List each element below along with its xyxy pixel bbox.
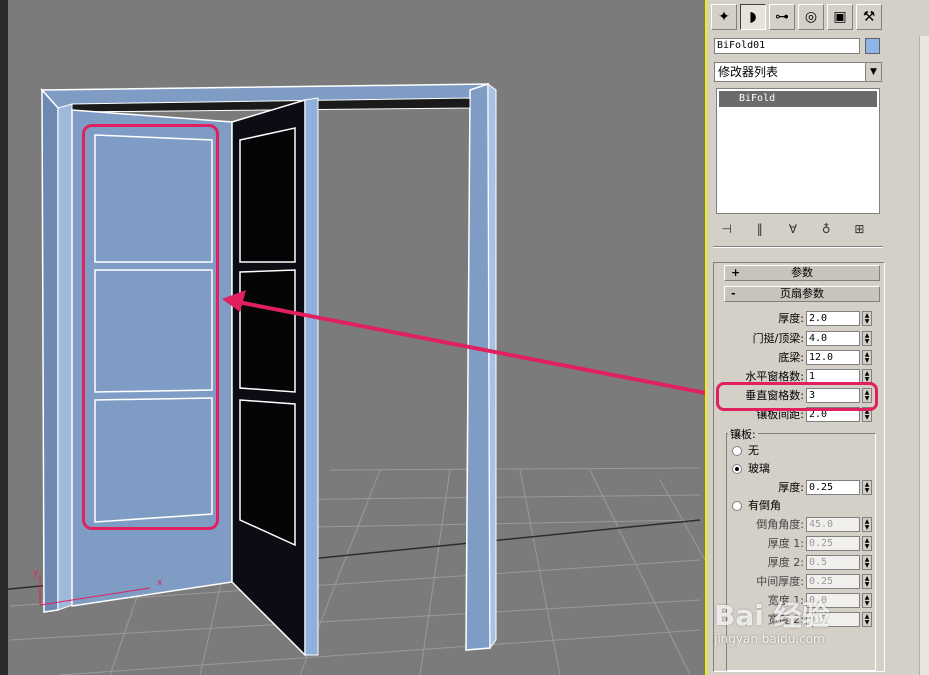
radio-label: 无 <box>748 444 759 457</box>
param-label: 厚度: <box>778 312 804 325</box>
spinner-icon[interactable]: ▲ ▼ <box>862 350 872 365</box>
param-label: 门挺/顶梁: <box>752 332 804 345</box>
spinner-icon[interactable]: ▲ ▼ <box>862 517 872 532</box>
display-icon[interactable]: ▣ <box>827 4 853 30</box>
width1-field[interactable]: 0.0 <box>806 593 860 608</box>
rollout-sign: - <box>731 287 736 300</box>
radio-label: 有倒角 <box>748 499 781 512</box>
param-label: 厚度 2: <box>767 556 804 569</box>
width2-field[interactable]: 0.5 <box>806 612 860 627</box>
spinner-icon[interactable]: ▲ ▼ <box>862 555 872 570</box>
param-label: 底梁: <box>778 351 804 364</box>
utilities-icon[interactable]: ⚒ <box>856 4 882 30</box>
bottom-rail-field[interactable]: 12.0 <box>806 350 860 365</box>
thickness-field[interactable]: 2.0 <box>806 311 860 326</box>
spinner-icon[interactable]: ▲ ▼ <box>862 480 872 495</box>
bevel-angle-field[interactable]: 45.0 <box>806 517 860 532</box>
radio-icon[interactable] <box>732 501 742 511</box>
spinner-icon[interactable]: ▲ ▼ <box>862 311 872 326</box>
svg-text:x: x <box>157 578 163 588</box>
show-end-result-icon[interactable]: ‖ <box>749 219 770 239</box>
param-thickness: 厚度: 2.0 ▲ ▼ <box>714 311 886 329</box>
configure-sets-icon[interactable]: ⊞ <box>849 219 870 239</box>
rollout-parameters-header[interactable]: + 参数 <box>724 265 880 281</box>
radio-beveled[interactable]: 有倒角 <box>732 498 781 514</box>
svg-text:y: y <box>33 568 39 578</box>
highlight-vpanels-box <box>716 382 878 411</box>
spinner-icon[interactable]: ▲ ▼ <box>862 536 872 551</box>
command-panel-tabs: ✦ ◗ ⊶ ◎ ▣ ⚒ <box>711 4 885 32</box>
spinner-icon[interactable]: ▲ ▼ <box>862 331 872 346</box>
highlight-panels-box <box>82 124 219 530</box>
pin-stack-icon[interactable]: ⊣ <box>716 219 737 239</box>
rollout-area: + 参数 - 页扇参数 厚度: 2.0 ▲ ▼ 门挺/顶梁: 4.0 ▲ ▼ 底梁:… <box>713 262 885 672</box>
modifier-stack[interactable]: BiFold <box>716 88 880 214</box>
thick1-field[interactable]: 0.25 <box>806 536 860 551</box>
panel-scrollbar[interactable] <box>919 36 929 675</box>
glass-thickness-field[interactable]: 0.25 <box>806 480 860 495</box>
rollout-sign: + <box>731 266 741 279</box>
object-name-field[interactable]: BiFold01 <box>714 38 860 54</box>
object-color-swatch[interactable] <box>865 38 880 54</box>
param-thick2: 厚度 2: 0.5 ▲ ▼ <box>714 555 886 573</box>
motion-icon[interactable]: ◎ <box>798 4 824 30</box>
make-unique-icon[interactable]: ∀ <box>782 219 803 239</box>
divider <box>713 246 883 248</box>
radio-label: 玻璃 <box>748 462 770 475</box>
modifier-list-dropdown[interactable]: 修改器列表 ▼ <box>714 62 882 82</box>
param-label: 宽度 2: <box>767 613 804 626</box>
param-label: 中间厚度: <box>756 575 804 588</box>
param-width1: 宽度 1: 0.0 ▲ ▼ <box>714 593 886 611</box>
param-bottom-rail: 底梁: 12.0 ▲ ▼ <box>714 350 886 368</box>
middle-thick-field[interactable]: 0.25 <box>806 574 860 589</box>
modifier-list-label: 修改器列表 <box>718 65 779 79</box>
rollout-title: 页扇参数 <box>780 287 824 300</box>
panels-group-title: 镶板: <box>728 426 758 442</box>
param-label: 厚度 1: <box>767 537 804 550</box>
command-panel: ✦ ◗ ⊶ ◎ ▣ ⚒ BiFold01 修改器列表 ▼ BiFold ⊣ ‖ … <box>709 0 929 675</box>
chevron-down-icon[interactable]: ▼ <box>865 63 881 81</box>
stack-item-bifold[interactable]: BiFold <box>719 91 877 107</box>
radio-none[interactable]: 无 <box>732 443 759 459</box>
param-middle-thick: 中间厚度: 0.25 ▲ ▼ <box>714 574 886 592</box>
stack-toolbar: ⊣ ‖ ∀ ♁ ⊞ <box>716 218 882 240</box>
remove-modifier-icon[interactable]: ♁ <box>816 219 837 239</box>
param-bevel-angle: 倒角角度: 45.0 ▲ ▼ <box>714 517 886 535</box>
param-width2: 宽度 2: 0.5 ▲ ▼ <box>714 612 886 630</box>
param-label: 厚度: <box>778 481 804 494</box>
perspective-viewport[interactable]: y x <box>0 0 707 675</box>
stile-field[interactable]: 4.0 <box>806 331 860 346</box>
thick2-field[interactable]: 0.5 <box>806 555 860 570</box>
param-label: 倒角角度: <box>756 518 804 531</box>
radio-selected-icon[interactable] <box>732 464 742 474</box>
right-door-leaf <box>231 97 319 657</box>
spinner-icon[interactable]: ▲ ▼ <box>862 593 872 608</box>
radio-glass[interactable]: 玻璃 <box>732 461 770 477</box>
spinner-icon[interactable]: ▲ ▼ <box>862 612 872 627</box>
rollout-leaf-parameters-header[interactable]: - 页扇参数 <box>724 286 880 302</box>
param-thick1: 厚度 1: 0.25 ▲ ▼ <box>714 536 886 554</box>
modify-icon[interactable]: ◗ <box>740 4 766 30</box>
param-glass-thickness: 厚度: 0.25 ▲ ▼ <box>714 480 886 498</box>
rollout-title: 参数 <box>791 266 813 279</box>
spinner-icon[interactable]: ▲ ▼ <box>862 574 872 589</box>
param-stile: 门挺/顶梁: 4.0 ▲ ▼ <box>714 331 886 349</box>
param-label: 宽度 1: <box>767 594 804 607</box>
create-icon[interactable]: ✦ <box>711 4 737 30</box>
radio-icon[interactable] <box>732 446 742 456</box>
hierarchy-icon[interactable]: ⊶ <box>769 4 795 30</box>
